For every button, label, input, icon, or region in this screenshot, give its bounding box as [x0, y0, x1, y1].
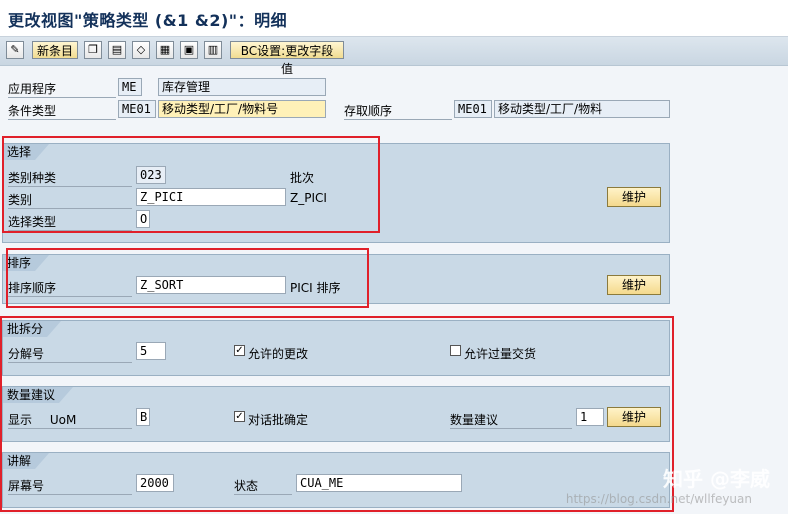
app-code-field: ME [118, 78, 142, 96]
screen-label: 屏幕号 [8, 477, 132, 495]
access-seq-desc-field: 移动类型/工厂/物料 [494, 100, 670, 118]
sort-maintain-button[interactable]: 维护 [607, 275, 661, 295]
class-desc: Z_PICI [290, 191, 327, 205]
split-input[interactable]: 5 [136, 342, 166, 360]
dialog-batch-checkbox[interactable]: ✓ [234, 411, 245, 422]
screen-input[interactable]: 2000 [136, 474, 174, 492]
watermark-url: https://blog.csdn.net/wllfeyuan [565, 492, 752, 506]
access-seq-code-field: ME01 [454, 100, 492, 118]
new-entries-button[interactable]: 新条目 [32, 41, 78, 59]
access-seq-label: 存取顺序 [344, 102, 452, 120]
window-title: 更改视图"策略类型 (&1 &2)"：明细 [8, 11, 288, 30]
cond-type-label: 条件类型 [8, 102, 116, 120]
app-label: 应用程序 [8, 80, 116, 98]
display-uom-label: 显示 UoM [8, 411, 132, 429]
status-label: 状态 [234, 477, 292, 495]
class-kind-desc: 批次 [290, 171, 315, 185]
uom-label: UoM [49, 413, 77, 427]
dialog-batch-label: 对话批确定 [248, 413, 309, 427]
class-kind-field: 023 [136, 166, 166, 184]
sel-type-input[interactable]: O [136, 210, 150, 228]
delete-icon[interactable]: ▤ [108, 41, 126, 59]
display-label: 显示 [8, 413, 33, 427]
application-toolbar: ✎ 新条目 ❐ ▤ ◇ ▦ ▣ ▥ BC设置:更改字段值 [0, 37, 788, 76]
allow-overdelivery-label: 允许过量交货 [464, 347, 537, 361]
class-input[interactable]: Z_PICI [136, 188, 286, 206]
allow-overdelivery-checkbox[interactable] [450, 345, 461, 356]
qty-proposal-input[interactable]: 1 [576, 408, 604, 426]
sort-seq-input[interactable]: Z_SORT [136, 276, 286, 294]
selection-maintain-button[interactable]: 维护 [607, 187, 661, 207]
watermark-text: 知乎 @李威 [663, 467, 770, 491]
cond-type-desc-field[interactable]: 移动类型/工厂/物料号 [158, 100, 326, 118]
select-block-icon[interactable]: ▣ [180, 41, 198, 59]
bc-settings-button[interactable]: BC设置:更改字段值 [230, 41, 344, 76]
select-all-icon[interactable]: ▦ [156, 41, 174, 59]
uom-input[interactable]: B [136, 408, 150, 426]
class-kind-label: 类别种类 [8, 169, 132, 187]
class-label: 类别 [8, 191, 132, 209]
undo-icon[interactable]: ◇ [132, 41, 150, 59]
allow-change-checkbox[interactable]: ✓ [234, 345, 245, 356]
sort-seq-label: 排序顺序 [8, 279, 132, 297]
selection-group-title: 选择 [3, 144, 49, 160]
sort-seq-desc: PICI 排序 [290, 281, 341, 295]
copy-icon[interactable]: ❐ [84, 41, 102, 59]
split-label: 分解号 [8, 345, 132, 363]
explain-group-title: 讲解 [3, 453, 49, 469]
deselect-all-icon[interactable]: ▥ [204, 41, 222, 59]
batch-split-group-title: 批拆分 [3, 321, 61, 337]
pencil-glasses-icon[interactable]: ✎ [6, 41, 24, 59]
qty-proposal-group-title: 数量建议 [3, 387, 73, 403]
qty-proposal-label: 数量建议 [450, 411, 572, 429]
status-input[interactable]: CUA_ME [296, 474, 462, 492]
qty-maintain-button[interactable]: 维护 [607, 407, 661, 427]
sel-type-label: 选择类型 [8, 213, 132, 231]
cond-type-code-field: ME01 [118, 100, 156, 118]
app-desc-field: 库存管理 [158, 78, 326, 96]
sort-group-title: 排序 [3, 255, 49, 271]
allow-change-label: 允许的更改 [248, 347, 309, 361]
